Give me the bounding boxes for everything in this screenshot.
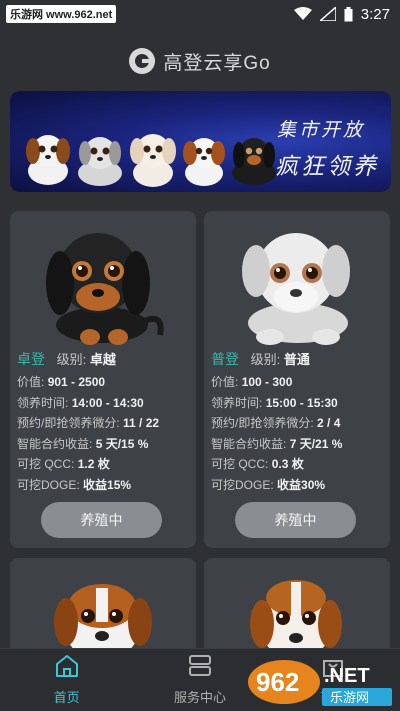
dog-info: 卓登 级别: 卓越 价值: 901 - 2500 领养时间: 14:00 - 1…: [17, 347, 193, 495]
app-header: 高登云享Go: [0, 44, 400, 78]
site-logo-watermark: 962 .NET 乐游网: [248, 660, 392, 706]
contract-value: 7 天/21 %: [289, 436, 343, 451]
nav-item-home[interactable]: 首页: [0, 649, 133, 711]
level-label: 级别:: [56, 352, 87, 367]
nav-label-home: 首页: [53, 690, 80, 705]
doge-row: 可挖DOGE: 收益30%: [211, 477, 326, 492]
watermark-number: 962: [256, 667, 299, 697]
level-value: 卓越: [89, 352, 116, 367]
server-icon: [187, 654, 213, 683]
white-puppy-image: [242, 233, 350, 345]
nav-label-service-center: 服务中心: [173, 690, 226, 705]
time-value: 14:00 - 14:30: [71, 395, 144, 410]
time-value: 15:00 - 15:30: [265, 395, 338, 410]
dog-name: 普登: [211, 351, 239, 367]
qcc-row: 可挖 QCC: 1.2 枚: [17, 457, 110, 471]
doge-value: 收益30%: [277, 477, 326, 492]
contract-row: 智能合约收益: 5 天/15 %: [17, 436, 149, 451]
breeding-button[interactable]: 养殖中: [41, 502, 162, 538]
dog-info: 普登 级别: 普通 价值: 100 - 300 领养时间: 15:00 - 15…: [211, 347, 387, 495]
level-label: 级别:: [250, 352, 281, 367]
battery-icon: [344, 6, 353, 22]
qcc-value: 0.3 枚: [271, 457, 304, 471]
status-icons: 3:27: [293, 5, 390, 23]
dog-card[interactable]: 普登 级别: 普通 价值: 100 - 300 领养时间: 15:00 - 15…: [204, 211, 390, 548]
status-bar: 乐游网 www.962.net 3:27: [0, 0, 400, 28]
qcc-value: 1.2 枚: [77, 457, 110, 471]
dachshund-puppy-image: [46, 233, 164, 345]
qcc-row: 可挖 QCC: 0.3 枚: [211, 457, 304, 471]
watermark-net: .NET: [324, 665, 370, 687]
banner-headline: 集市开放: [276, 119, 365, 141]
breeding-button[interactable]: 养殖中: [235, 502, 356, 538]
name-row: 卓登 级别: 卓越: [17, 347, 193, 372]
watermark-site-name: 乐游网: [330, 691, 369, 706]
app-title: 高登云享Go: [163, 52, 271, 74]
doge-row: 可挖DOGE: 收益15%: [17, 477, 132, 492]
clock-time: 3:27: [360, 5, 390, 23]
value-value: 100 - 300: [241, 375, 293, 389]
time-row: 领养时间: 14:00 - 14:30: [17, 395, 144, 410]
signal-icon: [319, 7, 336, 21]
level-value: 普通: [283, 352, 310, 367]
value-value: 901 - 2500: [47, 375, 106, 389]
points-row: 预约/即抢领养微分: 2 / 4: [211, 416, 341, 430]
site-watermark: 乐游网 www.962.net: [6, 5, 117, 23]
promo-banner[interactable]: 集市开放 疯狂领养: [10, 91, 391, 192]
home-icon: [54, 654, 80, 683]
wifi-icon: [293, 7, 312, 21]
name-row: 普登 级别: 普通: [211, 347, 387, 372]
points-value: 11 / 22: [123, 416, 160, 430]
dog-name: 卓登: [17, 351, 45, 367]
dog-card[interactable]: 卓登 级别: 卓越 价值: 901 - 2500 领养时间: 14:00 - 1…: [10, 211, 196, 548]
contract-value: 5 天/15 %: [95, 436, 149, 451]
points-value: 2 / 4: [317, 416, 341, 430]
banner-subheadline: 疯狂领养: [275, 154, 379, 180]
time-row: 领养时间: 15:00 - 15:30: [211, 395, 338, 410]
puppies-illustration: [26, 134, 276, 187]
doge-value: 收益15%: [83, 477, 132, 492]
value-row: 价值: 100 - 300: [211, 375, 293, 389]
value-row: 价值: 901 - 2500: [17, 375, 106, 389]
contract-row: 智能合约收益: 7 天/21 %: [211, 436, 343, 451]
points-row: 预约/即抢领养微分: 11 / 22: [17, 416, 160, 430]
app-logo-icon: [129, 48, 156, 74]
